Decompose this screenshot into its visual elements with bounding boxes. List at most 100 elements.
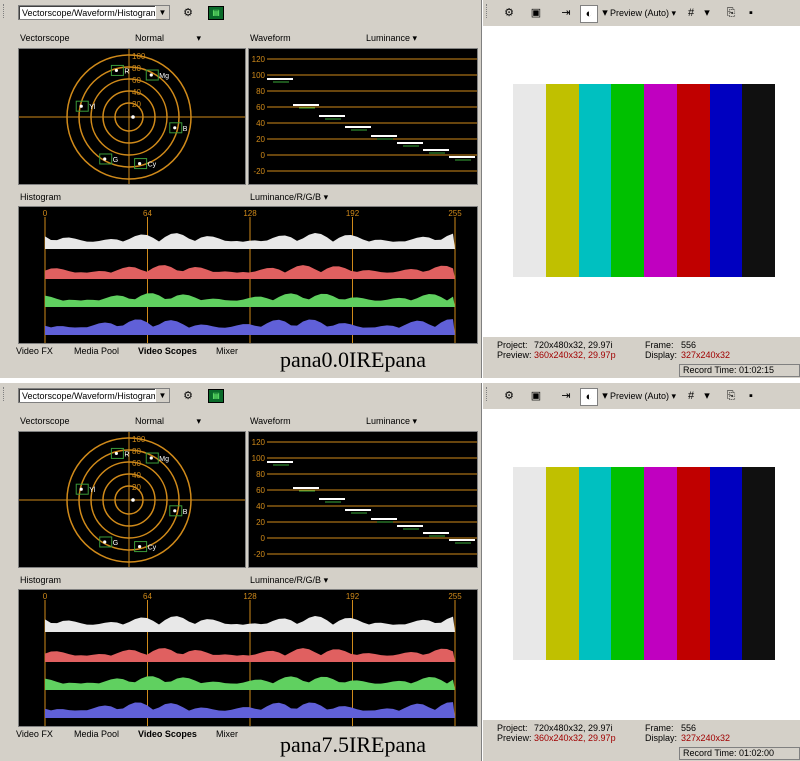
split-screen-icon[interactable]: ⇥ (558, 388, 574, 404)
vectorscope-target-label: R (124, 451, 129, 458)
histogram-label: Histogram (20, 192, 62, 202)
scope-type-select[interactable]: Vectorscope/Waveform/Histogram ▼ (18, 5, 170, 20)
preview-value: 360x240x32, 29.97p (534, 733, 616, 743)
chevron-down-icon[interactable]: ▼ (155, 389, 169, 402)
chevron-down-icon[interactable]: ▾ (699, 5, 715, 21)
display-label: Display: (645, 350, 678, 360)
histogram-mode-value: Luminance/R/G/B (250, 575, 322, 585)
update-scopes-icon[interactable]: ▤ (208, 389, 224, 403)
preview-label: Preview: (497, 350, 532, 360)
preview-quality-dropdown[interactable]: Preview (Auto) ▾ (610, 4, 676, 22)
waveform-level-label: 0 (261, 534, 266, 543)
chevron-down-icon: ▾ (412, 416, 418, 426)
vectorscope-display: 100 80 60 40 20 R Mg B Cy G Yl (18, 48, 246, 185)
grid-icon[interactable]: # (683, 388, 699, 404)
chevron-down-icon: ▾ (196, 416, 202, 426)
histogram-mode-dropdown[interactable]: Luminance/R/G/B ▾ (250, 192, 328, 203)
vectorscope-center-dot (131, 498, 135, 502)
vectorscope-center-dot (131, 115, 135, 119)
chevron-down-icon[interactable]: ▼ (155, 6, 169, 19)
color-bar (676, 84, 710, 277)
waveform-level-label: 60 (256, 486, 265, 495)
editor-panel-top: Vectorscope/Waveform/Histogram ▼ ⚙ ▤ Vect… (0, 0, 800, 378)
settings-icon[interactable]: ⚙ (180, 388, 196, 404)
vectorscope-ring-label: 100 (132, 52, 146, 61)
tab-mixer[interactable]: Mixer (212, 728, 242, 741)
tab-media-pool[interactable]: Media Pool (70, 728, 123, 741)
vectorscope-display: 100 80 60 40 20 R Mg B Cy G Yl (18, 431, 246, 568)
waveform-level-label: 20 (256, 518, 265, 527)
editor-panel-bottom: Vectorscope/Waveform/Histogram ▼ ⚙ ▤ Vect… (0, 383, 800, 761)
histogram-tick-label: 64 (143, 592, 152, 601)
preview-quality-value: Preview (Auto) (610, 8, 670, 18)
vectorscope-ring-label: 80 (132, 64, 141, 73)
waveform-level-label: 40 (256, 119, 265, 128)
save-snapshot-icon[interactable]: ▪ (743, 388, 759, 404)
toolbar-grip[interactable] (486, 387, 497, 401)
external-monitor-icon[interactable]: ▣ (528, 388, 544, 404)
display-label: Display: (645, 733, 678, 743)
copy-snapshot-icon[interactable]: ⎘ (723, 388, 739, 404)
toolbar-grip[interactable] (3, 4, 14, 18)
waveform-mode-dropdown[interactable]: Luminance ▾ (366, 416, 417, 427)
vectorscope-trace-dot (103, 540, 107, 544)
histogram-tick-label: 192 (346, 209, 360, 218)
preview-monitor (483, 26, 800, 337)
preview-monitor (483, 409, 800, 720)
color-bar (611, 467, 644, 660)
histogram-mode-dropdown[interactable]: Luminance/R/G/B ▾ (250, 575, 328, 586)
color-bar (545, 84, 579, 277)
vectorscope-mode-dropdown[interactable]: Normal ▾ (135, 416, 201, 427)
color-bar (578, 84, 612, 277)
vectorscope-trace-dot (173, 126, 177, 130)
tab-mixer[interactable]: Mixer (212, 345, 242, 358)
vectorscope-trace-dot (114, 451, 118, 456)
record-time: Record Time: 01:02:15 (679, 364, 800, 377)
tab-video-fx[interactable]: Video FX (12, 728, 57, 741)
scope-type-value: Vectorscope/Waveform/Histogram (22, 8, 159, 18)
tab-media-pool[interactable]: Media Pool (70, 345, 123, 358)
chevron-down-icon[interactable]: ▾ (699, 388, 715, 404)
properties-icon[interactable]: ⚙ (501, 5, 517, 21)
overlay-icon[interactable]: ◐ (580, 5, 598, 23)
waveform-level-label: 100 (252, 454, 266, 463)
scope-type-value: Vectorscope/Waveform/Histogram (22, 391, 159, 401)
frame-value: 556 (681, 723, 697, 733)
grid-icon[interactable]: # (683, 5, 699, 21)
scope-type-select[interactable]: Vectorscope/Waveform/Histogram ▼ (18, 388, 170, 403)
vectorscope-ring-label: 80 (132, 447, 141, 456)
split-screen-icon[interactable]: ⇥ (558, 5, 574, 21)
toolbar-grip[interactable] (486, 4, 497, 18)
vectorscope-target-label: B (183, 126, 188, 133)
histogram-tick-label: 255 (448, 209, 462, 218)
properties-icon[interactable]: ⚙ (501, 388, 517, 404)
record-time: Record Time: 01:02:00 (679, 747, 800, 760)
copy-snapshot-icon[interactable]: ⎘ (723, 5, 739, 21)
toolbar-grip[interactable] (3, 387, 14, 401)
histogram-display: 0 64 128 192 255 (18, 589, 478, 727)
color-bar (578, 467, 612, 660)
settings-icon[interactable]: ⚙ (180, 5, 196, 21)
preview-label: Preview: (497, 733, 532, 743)
waveform-level-label: 120 (252, 55, 266, 64)
tab-video-fx[interactable]: Video FX (12, 345, 57, 358)
color-bar (644, 84, 677, 277)
preview-quality-dropdown[interactable]: Preview (Auto) ▾ (610, 387, 676, 405)
vectorscope-target-label: B (183, 509, 188, 516)
external-monitor-icon[interactable]: ▣ (528, 5, 544, 21)
overlay-icon[interactable]: ◐ (580, 388, 598, 406)
save-snapshot-icon[interactable]: ▪ (743, 5, 759, 21)
tab-video-scopes[interactable]: Video Scopes (134, 728, 201, 741)
vectorscope-mode-dropdown[interactable]: Normal ▾ (135, 33, 201, 44)
vectorscope-trace-dot (149, 73, 153, 77)
update-scopes-icon[interactable]: ▤ (208, 6, 224, 20)
color-bar (513, 84, 546, 277)
chevron-down-icon: ▾ (196, 33, 202, 43)
frame-value: 556 (681, 340, 697, 350)
video-preview-window: ⚙ ▣ ⇥ ◐ ▾ Preview (Auto) ▾ # ▾ ⎘ ▪ Proje… (483, 383, 800, 761)
waveform-mode-dropdown[interactable]: Luminance ▾ (366, 33, 417, 44)
vectorscope-ring-label: 40 (132, 471, 141, 480)
histogram-tick-label: 128 (243, 592, 257, 601)
waveform-display: 120 100 80 60 40 20 0 -20 (248, 431, 478, 568)
tab-video-scopes[interactable]: Video Scopes (134, 345, 201, 358)
